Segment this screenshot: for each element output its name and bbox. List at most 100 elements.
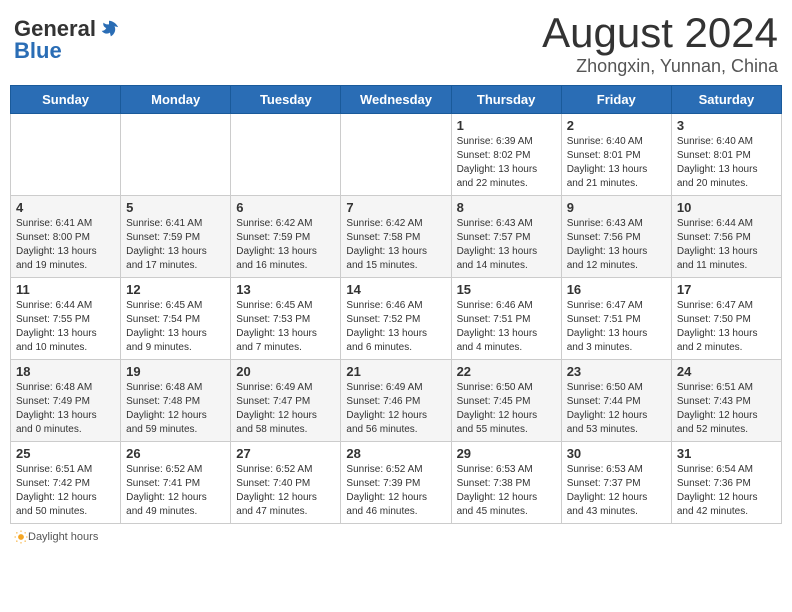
logo-blue-text: Blue — [14, 38, 62, 64]
calendar-cell: 3Sunrise: 6:40 AM Sunset: 8:01 PM Daylig… — [671, 114, 781, 196]
day-number: 22 — [457, 364, 556, 379]
day-number: 10 — [677, 200, 776, 215]
location-subtitle: Zhongxin, Yunnan, China — [542, 56, 778, 77]
day-number: 9 — [567, 200, 666, 215]
logo-bird-icon — [98, 18, 120, 40]
day-info: Sunrise: 6:47 AM Sunset: 7:50 PM Dayligh… — [677, 299, 776, 355]
day-info: Sunrise: 6:40 AM Sunset: 8:01 PM Dayligh… — [567, 135, 666, 191]
calendar-cell: 28Sunrise: 6:52 AM Sunset: 7:39 PM Dayli… — [341, 442, 451, 524]
day-number: 2 — [567, 118, 666, 133]
title-area: August 2024 Zhongxin, Yunnan, China — [542, 10, 778, 77]
weekday-header-row: SundayMondayTuesdayWednesdayThursdayFrid… — [11, 86, 782, 114]
week-row-4: 18Sunrise: 6:48 AM Sunset: 7:49 PM Dayli… — [11, 360, 782, 442]
day-number: 17 — [677, 282, 776, 297]
day-number: 12 — [126, 282, 225, 297]
day-number: 1 — [457, 118, 556, 133]
day-number: 15 — [457, 282, 556, 297]
weekday-header-tuesday: Tuesday — [231, 86, 341, 114]
calendar-cell: 27 Sunrise: 6:52 AM Sunset: 7:40 PM Dayli… — [231, 442, 341, 524]
week-row-1: 1 Sunrise: 6:39 AM Sunset: 8:02 PM Daylig… — [11, 114, 782, 196]
calendar-cell: 7 Sunrise: 6:42 AM Sunset: 7:58 PM Daylig… — [341, 196, 451, 278]
calendar-cell: 25 Sunrise: 6:51 AM Sunset: 7:42 PM Dayli… — [11, 442, 121, 524]
weekday-header-monday: Monday — [121, 86, 231, 114]
day-info: Sunrise: 6:45 AM Sunset: 7:54 PM Dayligh… — [126, 299, 225, 355]
week-row-5: 25 Sunrise: 6:51 AM Sunset: 7:42 PM Dayli… — [11, 442, 782, 524]
day-info: Sunrise: 6:51 AM Sunset: 7:42 PM Dayligh… — [16, 463, 115, 519]
calendar-cell — [121, 114, 231, 196]
calendar-cell: 13Sunrise: 6:45 AM Sunset: 7:53 PM Dayli… — [231, 278, 341, 360]
calendar-cell: 2 Sunrise: 6:40 AM Sunset: 8:01 PM Daylig… — [561, 114, 671, 196]
calendar-cell: 21 Sunrise: 6:49 AM Sunset: 7:46 PM Dayli… — [341, 360, 451, 442]
day-number: 27 — [236, 446, 335, 461]
week-row-3: 11 Sunrise: 6:44 AM Sunset: 7:55 PM Dayli… — [11, 278, 782, 360]
calendar-cell: 11 Sunrise: 6:44 AM Sunset: 7:55 PM Dayli… — [11, 278, 121, 360]
day-info: Sunrise: 6:49 AM Sunset: 7:46 PM Dayligh… — [346, 381, 445, 437]
day-info: Sunrise: 6:52 AM Sunset: 7:40 PM Dayligh… — [236, 463, 335, 519]
calendar-cell: 30 Sunrise: 6:53 AM Sunset: 7:37 PM Dayli… — [561, 442, 671, 524]
day-info: Sunrise: 6:50 AM Sunset: 7:45 PM Dayligh… — [457, 381, 556, 437]
day-number: 29 — [457, 446, 556, 461]
footer-note: Daylight hours — [10, 530, 782, 544]
day-info: Sunrise: 6:43 AM Sunset: 7:57 PM Dayligh… — [457, 217, 556, 273]
calendar-cell: 8Sunrise: 6:43 AM Sunset: 7:57 PM Daylig… — [451, 196, 561, 278]
day-info: Sunrise: 6:43 AM Sunset: 7:56 PM Dayligh… — [567, 217, 666, 273]
calendar-cell: 4 Sunrise: 6:41 AM Sunset: 8:00 PM Daylig… — [11, 196, 121, 278]
week-row-2: 4 Sunrise: 6:41 AM Sunset: 8:00 PM Daylig… — [11, 196, 782, 278]
day-number: 31 — [677, 446, 776, 461]
day-number: 21 — [346, 364, 445, 379]
day-info: Sunrise: 6:52 AM Sunset: 7:41 PM Dayligh… — [126, 463, 225, 519]
day-info: Sunrise: 6:41 AM Sunset: 8:00 PM Dayligh… — [16, 217, 115, 273]
day-number: 18 — [16, 364, 115, 379]
weekday-header-saturday: Saturday — [671, 86, 781, 114]
day-info: Sunrise: 6:51 AM Sunset: 7:43 PM Dayligh… — [677, 381, 776, 437]
day-number: 25 — [16, 446, 115, 461]
calendar-cell: 9 Sunrise: 6:43 AM Sunset: 7:56 PM Daylig… — [561, 196, 671, 278]
calendar-cell: 10 Sunrise: 6:44 AM Sunset: 7:56 PM Dayli… — [671, 196, 781, 278]
day-number: 6 — [236, 200, 335, 215]
calendar-cell — [341, 114, 451, 196]
day-number: 7 — [346, 200, 445, 215]
calendar-cell: 1 Sunrise: 6:39 AM Sunset: 8:02 PM Daylig… — [451, 114, 561, 196]
day-info: Sunrise: 6:53 AM Sunset: 7:38 PM Dayligh… — [457, 463, 556, 519]
day-number: 23 — [567, 364, 666, 379]
calendar-cell: 29 Sunrise: 6:53 AM Sunset: 7:38 PM Dayli… — [451, 442, 561, 524]
day-info: Sunrise: 6:41 AM Sunset: 7:59 PM Dayligh… — [126, 217, 225, 273]
day-info: Sunrise: 6:48 AM Sunset: 7:48 PM Dayligh… — [126, 381, 225, 437]
day-number: 4 — [16, 200, 115, 215]
day-info: Sunrise: 6:47 AM Sunset: 7:51 PM Dayligh… — [567, 299, 666, 355]
logo: General Blue — [14, 16, 120, 64]
calendar-cell: 5 Sunrise: 6:41 AM Sunset: 7:59 PM Daylig… — [121, 196, 231, 278]
calendar-cell: 22 Sunrise: 6:50 AM Sunset: 7:45 PM Dayli… — [451, 360, 561, 442]
day-number: 3 — [677, 118, 776, 133]
day-info: Sunrise: 6:44 AM Sunset: 7:55 PM Dayligh… — [16, 299, 115, 355]
month-title: August 2024 — [542, 10, 778, 56]
day-info: Sunrise: 6:52 AM Sunset: 7:39 PM Dayligh… — [346, 463, 445, 519]
calendar-cell — [231, 114, 341, 196]
day-number: 16 — [567, 282, 666, 297]
day-info: Sunrise: 6:46 AM Sunset: 7:51 PM Dayligh… — [457, 299, 556, 355]
day-number: 26 — [126, 446, 225, 461]
day-info: Sunrise: 6:39 AM Sunset: 8:02 PM Dayligh… — [457, 135, 556, 191]
calendar-cell: 18Sunrise: 6:48 AM Sunset: 7:49 PM Dayli… — [11, 360, 121, 442]
calendar-cell: 15 Sunrise: 6:46 AM Sunset: 7:51 PM Dayli… — [451, 278, 561, 360]
day-info: Sunrise: 6:46 AM Sunset: 7:52 PM Dayligh… — [346, 299, 445, 355]
day-number: 20 — [236, 364, 335, 379]
day-info: Sunrise: 6:49 AM Sunset: 7:47 PM Dayligh… — [236, 381, 335, 437]
day-number: 24 — [677, 364, 776, 379]
day-number: 19 — [126, 364, 225, 379]
day-info: Sunrise: 6:44 AM Sunset: 7:56 PM Dayligh… — [677, 217, 776, 273]
calendar-cell: 19 Sunrise: 6:48 AM Sunset: 7:48 PM Dayli… — [121, 360, 231, 442]
day-number: 11 — [16, 282, 115, 297]
calendar-cell: 14Sunrise: 6:46 AM Sunset: 7:52 PM Dayli… — [341, 278, 451, 360]
day-number: 30 — [567, 446, 666, 461]
day-info: Sunrise: 6:54 AM Sunset: 7:36 PM Dayligh… — [677, 463, 776, 519]
day-info: Sunrise: 6:53 AM Sunset: 7:37 PM Dayligh… — [567, 463, 666, 519]
day-number: 5 — [126, 200, 225, 215]
calendar-cell: 16 Sunrise: 6:47 AM Sunset: 7:51 PM Dayli… — [561, 278, 671, 360]
weekday-header-wednesday: Wednesday — [341, 86, 451, 114]
calendar-cell: 17 Sunrise: 6:47 AM Sunset: 7:50 PM Dayli… — [671, 278, 781, 360]
weekday-header-sunday: Sunday — [11, 86, 121, 114]
calendar-cell: 31 Sunrise: 6:54 AM Sunset: 7:36 PM Dayli… — [671, 442, 781, 524]
day-number: 13 — [236, 282, 335, 297]
day-info: Sunrise: 6:42 AM Sunset: 7:58 PM Dayligh… — [346, 217, 445, 273]
